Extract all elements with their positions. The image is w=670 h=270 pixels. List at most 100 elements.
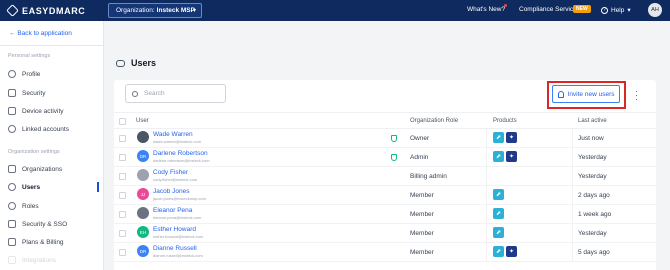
back-to-application-link[interactable]: ← Back to application [9, 30, 72, 37]
column-divider [486, 205, 487, 224]
search-input[interactable]: Search [125, 84, 226, 103]
page-title: Users [116, 58, 156, 68]
column-header-last-active[interactable]: Last active [578, 118, 607, 124]
user-role: Admin [410, 154, 429, 161]
sidebar-item-profile[interactable]: Profile [8, 70, 40, 78]
last-active: 5 days ago [578, 249, 610, 256]
product-dmarc-icon: ⬈ [493, 151, 504, 162]
sidebar-item-plans-billing[interactable]: Plans & Billing [8, 238, 64, 246]
product-secondary-icon: ✦ [506, 151, 517, 162]
row-checkbox[interactable] [119, 249, 126, 256]
org-prefix: Organization: [116, 7, 155, 14]
help-menu[interactable]: ? Help ▾ [601, 6, 631, 14]
user-email: cody.fisher@insteck.com [153, 177, 198, 182]
column-divider [572, 129, 573, 148]
back-label: Back to application [17, 30, 72, 37]
user-name[interactable]: Darlene Robertson [153, 150, 208, 157]
search-icon [132, 90, 138, 97]
table-row[interactable]: Eleanor Pena eleanor.pena@insteck.com Memb… [114, 205, 656, 224]
user-name[interactable]: Cody Fisher [153, 169, 188, 176]
column-divider [486, 129, 487, 148]
row-checkbox[interactable] [119, 154, 126, 161]
column-header-user[interactable]: User [136, 118, 149, 124]
sidebar-item-label: Security & SSO [22, 220, 68, 228]
avatar: DR [137, 150, 149, 162]
table-row[interactable]: Cody Fisher cody.fisher@insteck.com Billin… [114, 167, 656, 186]
search-placeholder: Search [144, 90, 165, 97]
sidebar-item-label: Users [22, 183, 41, 191]
sidebar-item-device-activity[interactable]: Device activity [8, 107, 64, 115]
avatar: JJ [137, 188, 149, 200]
table-row[interactable]: JJ Jacob Jones jacob.jones@insteckmsp.com M… [114, 186, 656, 205]
column-header-products[interactable]: Products [493, 118, 517, 124]
product-dmarc-icon: ⬈ [493, 227, 504, 238]
user-icon [8, 70, 16, 78]
compliance-service-link[interactable]: Compliance Service [519, 6, 577, 13]
user-email: dianne.russell@insteck.com [153, 253, 203, 258]
product-dmarc-icon: ⬈ [493, 132, 504, 143]
table-row[interactable]: EH Esther Howard esther.howard@insteck.com… [114, 224, 656, 243]
user-role: Billing admin [410, 173, 447, 180]
last-active: Yesterday [578, 173, 607, 180]
sidebar-item-label: Security [22, 89, 46, 97]
sidebar-item-organizations[interactable]: Organizations [8, 165, 62, 173]
user-role: Member [410, 249, 434, 256]
arrow-left-icon: ← [9, 30, 16, 37]
user-role: Member [410, 211, 434, 218]
product-dmarc-icon: ⬈ [493, 208, 504, 219]
invite-label: Invite new users [567, 90, 615, 98]
user-role: Owner [410, 135, 430, 142]
notification-dot [504, 4, 507, 7]
last-active: Yesterday [578, 154, 607, 161]
link-icon [8, 125, 16, 133]
column-divider [486, 224, 487, 243]
card-icon [8, 238, 16, 246]
sidebar-item-security-sso[interactable]: Security & SSO [8, 220, 67, 228]
user-role: Member [410, 192, 434, 199]
organization-selector[interactable]: Organization: Insteck MSP ▾ [108, 3, 202, 18]
column-divider [572, 167, 573, 186]
user-avatar[interactable]: AH [648, 3, 662, 17]
invite-new-users-button[interactable]: Invite new users [552, 85, 620, 103]
table-row[interactable]: DR Darlene Robertson darlene.robertson@ins… [114, 148, 656, 167]
product-dmarc-icon: ⬈ [493, 246, 504, 257]
column-divider [486, 148, 487, 167]
active-indicator [97, 182, 99, 192]
more-options-icon[interactable]: · · · [635, 87, 638, 104]
user-name[interactable]: Eleanor Pena [153, 207, 192, 214]
easydmarc-logo[interactable]: EASYDMARC [6, 4, 85, 17]
table-row[interactable]: DR Dianne Russell dianne.russell@insteck.c… [114, 243, 656, 262]
user-name[interactable]: Jacob Jones [153, 188, 190, 195]
device-icon [8, 107, 16, 115]
personal-settings-heading: Personal settings [8, 53, 51, 59]
sidebar-item-security[interactable]: Security [8, 89, 45, 97]
column-header-role[interactable]: Organization Role [410, 118, 458, 124]
sidebar-item-integrations[interactable]: Integrations [8, 256, 56, 264]
select-all-checkbox[interactable] [119, 118, 126, 125]
user-name[interactable]: Wade Warren [153, 131, 193, 138]
new-badge: NEW [573, 5, 591, 13]
sidebar-item-users[interactable]: Users [8, 183, 40, 191]
user-name[interactable]: Esther Howard [153, 226, 196, 233]
row-checkbox[interactable] [119, 173, 126, 180]
sidebar-item-label: Integrations [22, 256, 56, 264]
row-checkbox[interactable] [119, 211, 126, 218]
sidebar-item-linked-accounts[interactable]: Linked accounts [8, 125, 69, 133]
user-email: wade.warren@insteck.com [153, 139, 202, 144]
sidebar-item-label: Linked accounts [22, 125, 69, 133]
row-checkbox[interactable] [119, 192, 126, 199]
avatar: DR [137, 245, 149, 257]
row-checkbox[interactable] [119, 135, 126, 142]
table-row[interactable]: Wade Warren wade.warren@insteck.com Owner ⬈… [114, 129, 656, 148]
avatar [137, 131, 149, 143]
sidebar-item-roles[interactable]: Roles [8, 202, 39, 210]
top-navigation-bar: EASYDMARC Organization: Insteck MSP ▾ Wh… [0, 0, 670, 21]
column-divider [486, 186, 487, 205]
last-active: 2 days ago [578, 192, 610, 199]
row-checkbox[interactable] [119, 230, 126, 237]
column-divider [572, 186, 573, 205]
verified-shield-icon [391, 154, 397, 161]
whats-new-link[interactable]: What's New? [467, 6, 505, 13]
sidebar-item-label: Plans & Billing [22, 238, 64, 246]
user-name[interactable]: Dianne Russell [153, 245, 197, 252]
